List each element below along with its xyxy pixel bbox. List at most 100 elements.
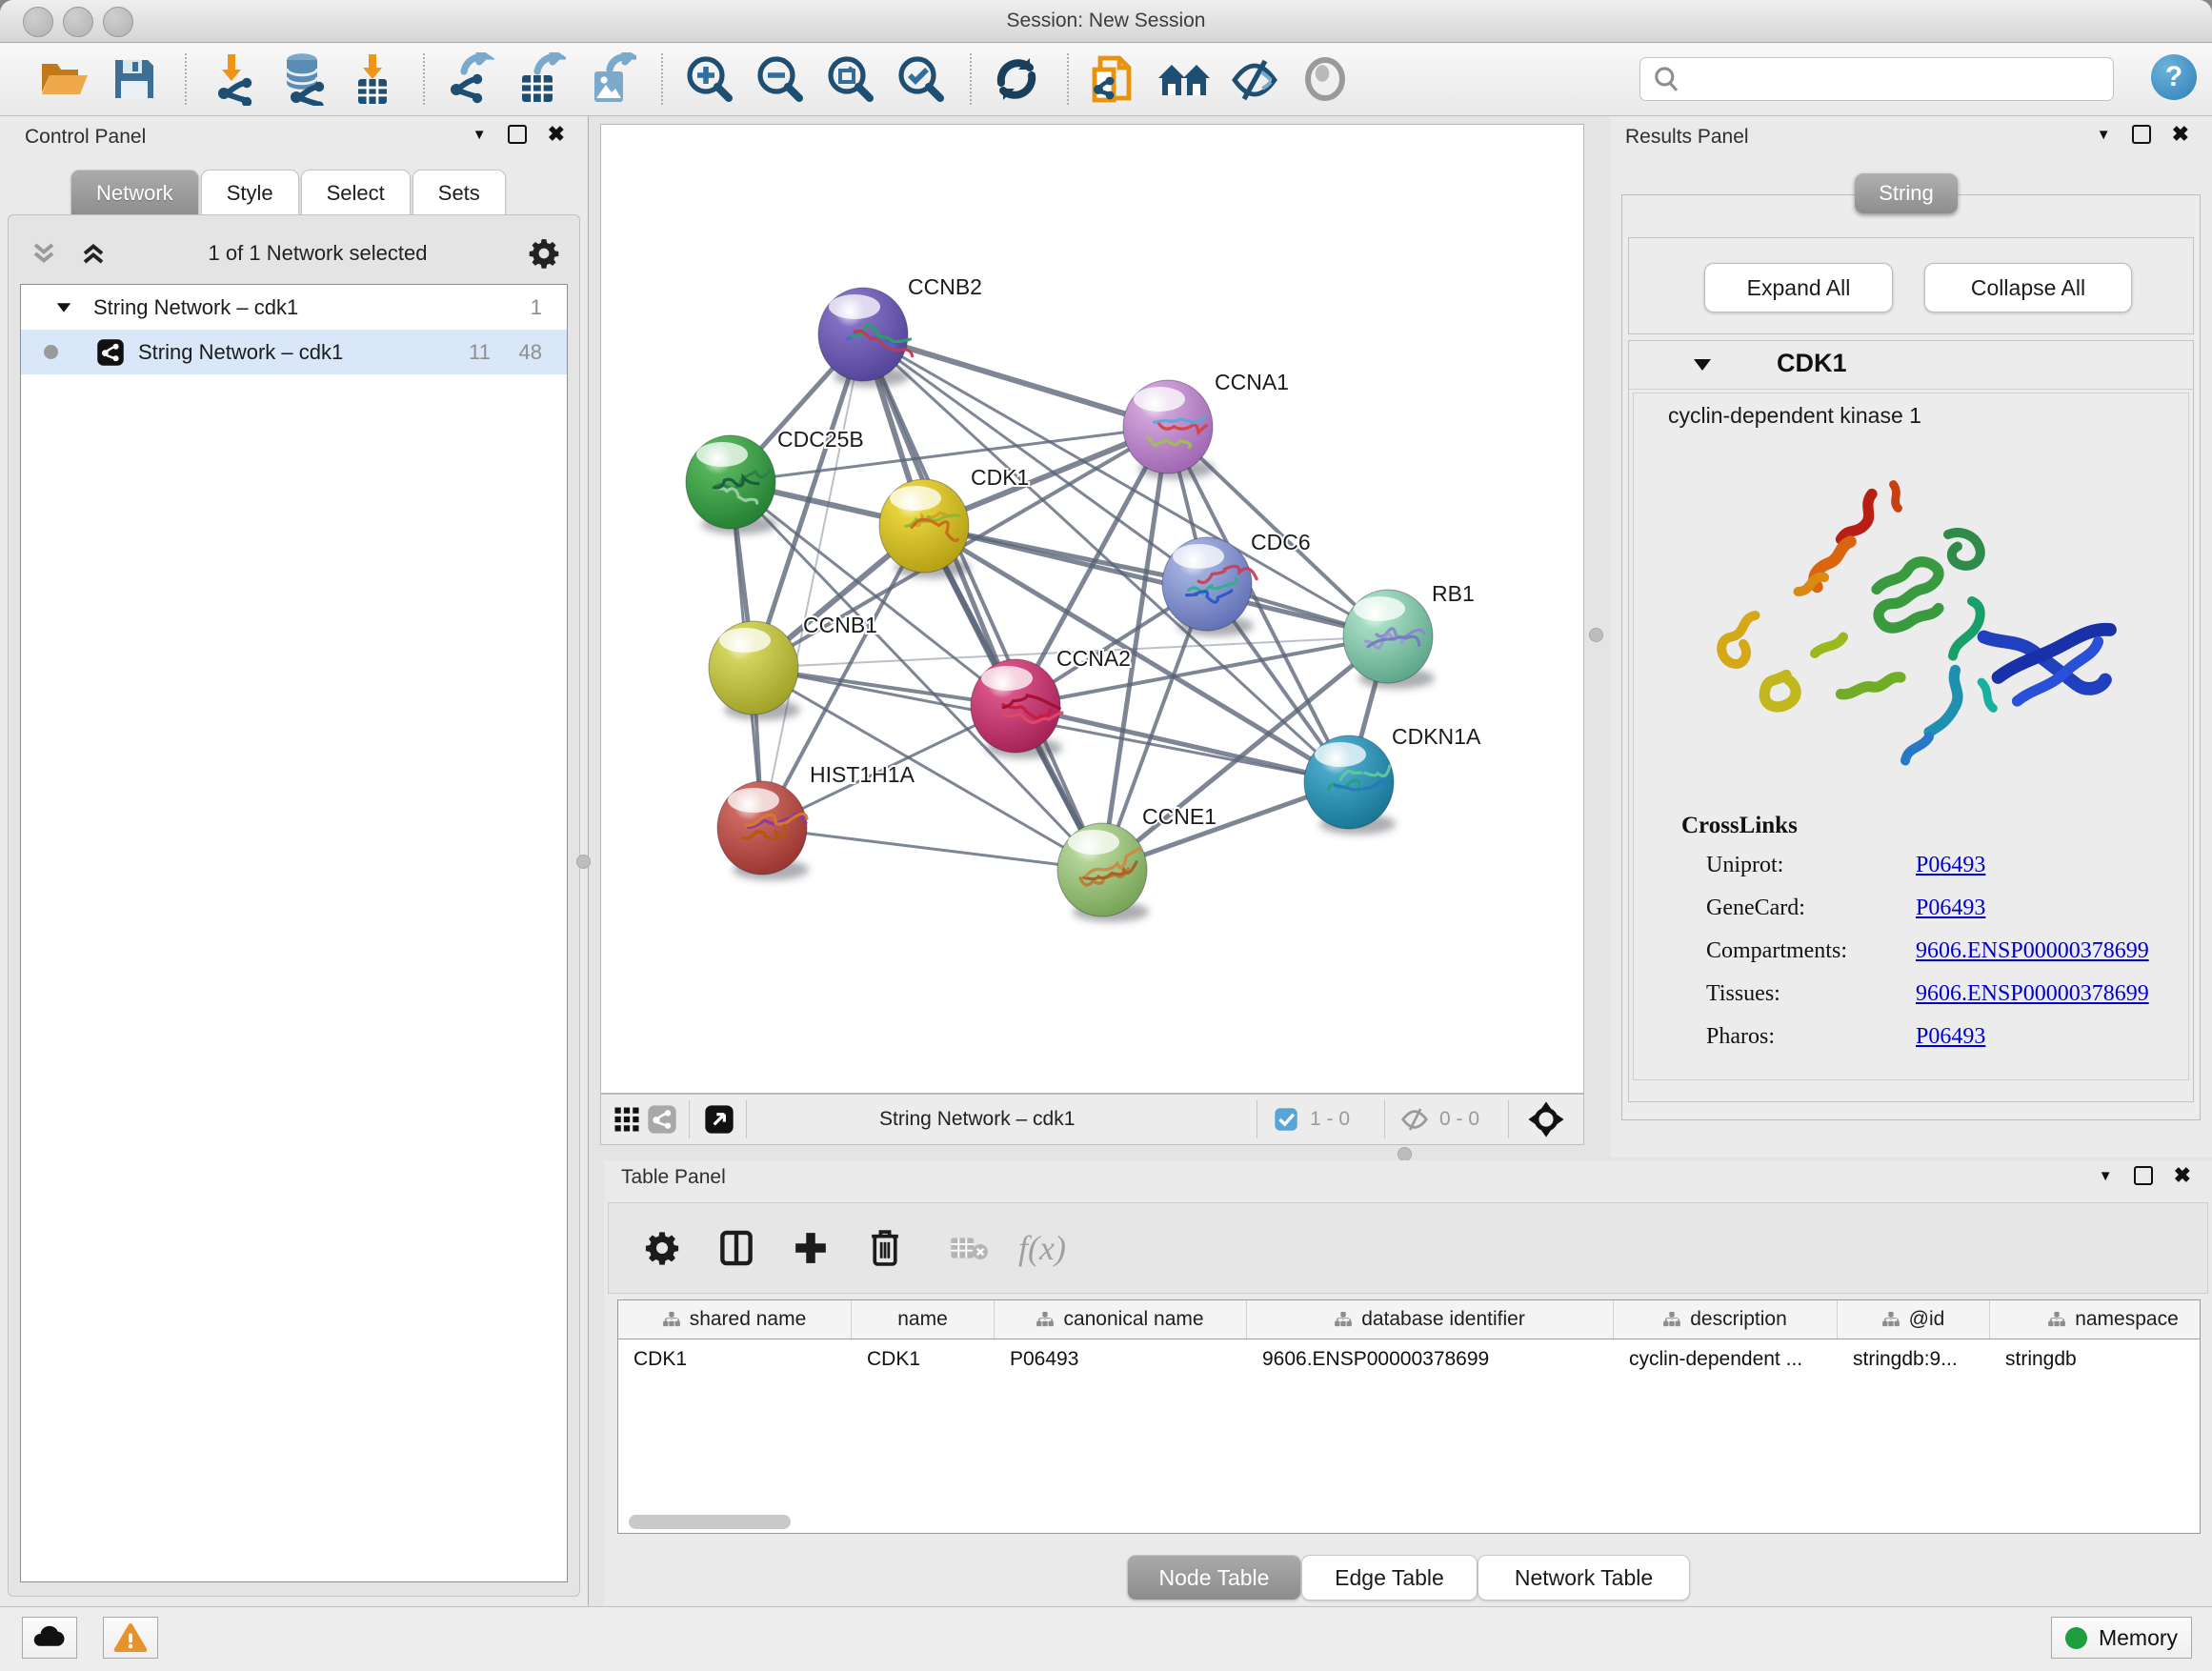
table-panel-close-icon[interactable]: ✖ (2174, 1168, 2191, 1183)
delete-column-button[interactable] (864, 1227, 906, 1269)
control-panel-collapse-icon[interactable]: ▼ (473, 127, 487, 143)
tab-style[interactable]: Style (201, 170, 299, 216)
zoom-fit-button[interactable] (821, 51, 876, 107)
network-node-CDC6[interactable]: CDC6 (1162, 530, 1311, 636)
table-cell[interactable]: stringdb (1990, 1339, 2201, 1379)
right-splitter-handle[interactable] (1589, 628, 1603, 642)
table-cell[interactable]: CDK1 (618, 1339, 852, 1379)
results-panel-close-icon[interactable]: ✖ (2172, 127, 2189, 142)
add-column-button[interactable] (790, 1227, 832, 1269)
expand-all-networks-icon[interactable] (79, 239, 108, 268)
column-header-namespace[interactable]: namespace (1990, 1300, 2201, 1339)
show-all-button[interactable] (1297, 51, 1353, 107)
tab-network-table[interactable]: Network Table (1478, 1555, 1690, 1601)
column-header-shared-name[interactable]: shared name (618, 1300, 852, 1339)
import-network-icon (207, 52, 256, 106)
table-options-button[interactable] (641, 1227, 683, 1269)
export-network-button[interactable] (442, 51, 497, 107)
warnings-button[interactable] (103, 1617, 158, 1659)
network-edge-CDK1-RB1[interactable] (924, 526, 1388, 636)
network-edge-CCNB2-CCNA1[interactable] (863, 334, 1168, 427)
network-node-CCNB1[interactable]: CCNB1 (709, 613, 877, 720)
control-panel-close-icon[interactable]: ✖ (548, 127, 565, 142)
network-edge-CCNB2-CCNE1[interactable] (863, 334, 1102, 870)
network-graph[interactable]: CCNB2CCNA1CDC25BCDK1CDC6RB1CCNB1CCNA2CDK… (601, 125, 1583, 1093)
network-node-HIST1H1A[interactable]: HIST1H1A (717, 762, 915, 880)
network-node-CDKN1A[interactable]: CDKN1A (1304, 724, 1481, 835)
control-panel-float-icon[interactable] (508, 125, 527, 144)
detach-view-button[interactable] (704, 1095, 734, 1144)
tab-select[interactable]: Select (301, 170, 411, 216)
table-horizontal-scrollbar[interactable] (629, 1515, 791, 1529)
show-columns-button[interactable] (715, 1227, 757, 1269)
delete-table-button[interactable] (948, 1227, 990, 1269)
network-node-CCNA1[interactable]: CCNA1 (1123, 370, 1289, 479)
table-cell[interactable]: cyclin-dependent ... (1614, 1339, 1838, 1379)
zoom-out-button[interactable] (751, 51, 806, 107)
column-header--id[interactable]: @id (1838, 1300, 1990, 1339)
collection-expand-icon[interactable] (57, 303, 70, 312)
import-network-file-button[interactable] (204, 51, 259, 107)
node-result-header[interactable]: CDK1 (1629, 341, 2193, 390)
tab-node-table[interactable]: Node Table (1127, 1555, 1301, 1601)
cloud-status-button[interactable] (22, 1617, 77, 1659)
network-canvas[interactable]: CCNB2CCNA1CDC25BCDK1CDC6RB1CCNB1CCNA2CDK… (600, 124, 1584, 1094)
help-button[interactable]: ? (2151, 54, 2197, 100)
save-session-button[interactable] (107, 51, 162, 107)
results-panel-float-icon[interactable] (2132, 125, 2151, 144)
network-edge-CCNB2-HIST1H1A[interactable] (762, 334, 863, 828)
table-cell[interactable]: CDK1 (852, 1339, 995, 1379)
crosslink-link[interactable]: 9606.ENSP00000378699 (1916, 938, 2149, 964)
import-network-database-button[interactable] (274, 51, 330, 107)
network-edge-HIST1H1A-CCNE1[interactable] (762, 828, 1102, 870)
network-node-CCNB2[interactable]: CCNB2 (818, 274, 982, 387)
home-pages-button[interactable] (1156, 51, 1212, 107)
crosslink-link[interactable]: P06493 (1916, 896, 1985, 921)
tab-edge-table[interactable]: Edge Table (1301, 1555, 1478, 1601)
open-session-button[interactable] (36, 51, 91, 107)
string-view-button[interactable] (647, 1095, 677, 1144)
hide-selected-button[interactable] (1227, 51, 1282, 107)
memory-button[interactable]: Memory (2051, 1617, 2192, 1659)
results-panel-collapse-icon[interactable]: ▼ (2097, 127, 2111, 143)
import-table-file-button[interactable] (345, 51, 400, 107)
left-splitter-handle[interactable] (576, 855, 591, 869)
export-image-button[interactable] (583, 51, 638, 107)
table-panel-collapse-icon[interactable]: ▼ (2099, 1168, 2113, 1184)
birds-eye-toggle-button[interactable] (1527, 1095, 1565, 1144)
zoom-in-button[interactable] (680, 51, 735, 107)
network-edge-CCNA2-CDKN1A[interactable] (1016, 706, 1349, 782)
column-header-canonical-name[interactable]: canonical name (995, 1300, 1247, 1339)
zoom-selected-button[interactable] (892, 51, 947, 107)
collapse-all-button[interactable]: Collapse All (1924, 263, 2132, 312)
network-options-gear-icon[interactable] (528, 237, 560, 270)
search-input[interactable] (1682, 57, 2113, 101)
collapse-all-networks-icon[interactable] (30, 239, 58, 268)
table-row[interactable]: CDK1CDK1P064939606.ENSP00000378699cyclin… (618, 1339, 2200, 1379)
export-table-button[interactable] (513, 51, 568, 107)
network-node-RB1[interactable]: RB1 (1343, 581, 1475, 689)
function-builder-button[interactable]: f(x) (1018, 1228, 1066, 1268)
tab-string[interactable]: String (1855, 173, 1958, 213)
refresh-view-button[interactable] (989, 51, 1044, 107)
column-header-database-identifier[interactable]: database identifier (1247, 1300, 1614, 1339)
crosslink-link[interactable]: 9606.ENSP00000378699 (1916, 981, 2149, 1007)
table-cell[interactable]: stringdb:9... (1838, 1339, 1990, 1379)
expand-all-button[interactable]: Expand All (1704, 263, 1893, 312)
table-panel-float-icon[interactable] (2134, 1166, 2153, 1185)
network-row[interactable]: String Network – cdk1 11 48 (21, 330, 567, 374)
tab-network[interactable]: Network (70, 170, 199, 216)
column-header-description[interactable]: description (1614, 1300, 1838, 1339)
column-header-name[interactable]: name (852, 1300, 995, 1339)
crosslink-link[interactable]: P06493 (1916, 853, 1985, 878)
table-cell[interactable]: P06493 (995, 1339, 1247, 1379)
node-result-expand-icon[interactable] (1694, 359, 1711, 371)
birds-eye-grid-button[interactable] (613, 1095, 641, 1144)
network-from-file-button[interactable] (1086, 51, 1141, 107)
tab-sets[interactable]: Sets (412, 170, 506, 216)
table-cell[interactable]: 9606.ENSP00000378699 (1247, 1339, 1614, 1379)
network-collection-row[interactable]: String Network – cdk1 1 (21, 285, 567, 330)
bottom-splitter-handle[interactable] (1398, 1147, 1412, 1161)
crosslink-link[interactable]: P06493 (1916, 1024, 1985, 1050)
hidden-count: 0 - 0 (1439, 1108, 1479, 1131)
